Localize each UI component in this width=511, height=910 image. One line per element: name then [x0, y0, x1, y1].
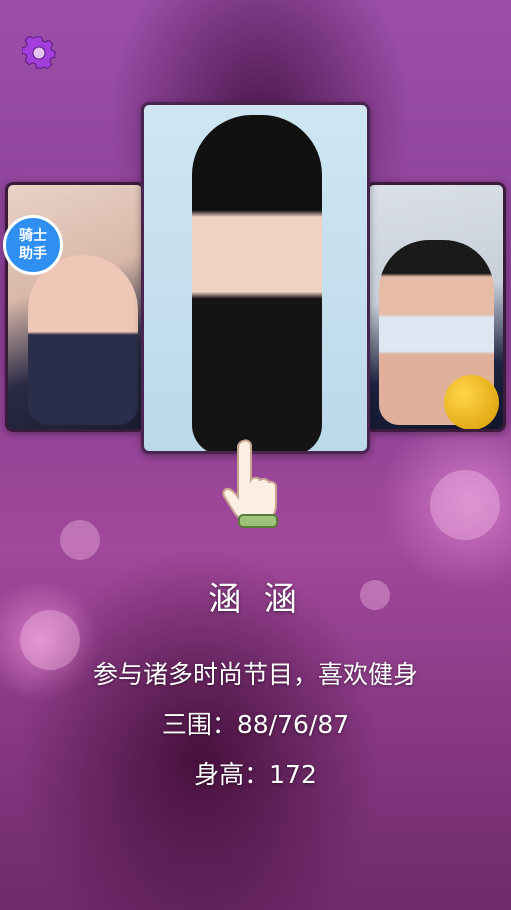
pointing-hand-icon[interactable]: [215, 435, 295, 535]
assistant-badge[interactable]: 骑士 助手: [3, 215, 63, 275]
model-photo: [192, 115, 322, 451]
model-card-next[interactable]: [366, 182, 506, 432]
gear-icon[interactable]: [21, 35, 56, 70]
ball-prop: [444, 375, 499, 429]
bokeh-light: [60, 520, 100, 560]
badge-line-2: 助手: [19, 246, 47, 262]
model-name: 涵 涵: [208, 579, 303, 618]
model-measurements: 三围：88/76/87: [161, 710, 350, 739]
bokeh-light: [430, 470, 500, 540]
badge-line-1: 骑士: [19, 228, 47, 244]
model-description: 参与诸多时尚节目，喜欢健身: [92, 660, 418, 689]
model-photo: [28, 255, 138, 425]
model-card-current[interactable]: [141, 102, 370, 454]
model-height: 身高：172: [194, 760, 317, 789]
